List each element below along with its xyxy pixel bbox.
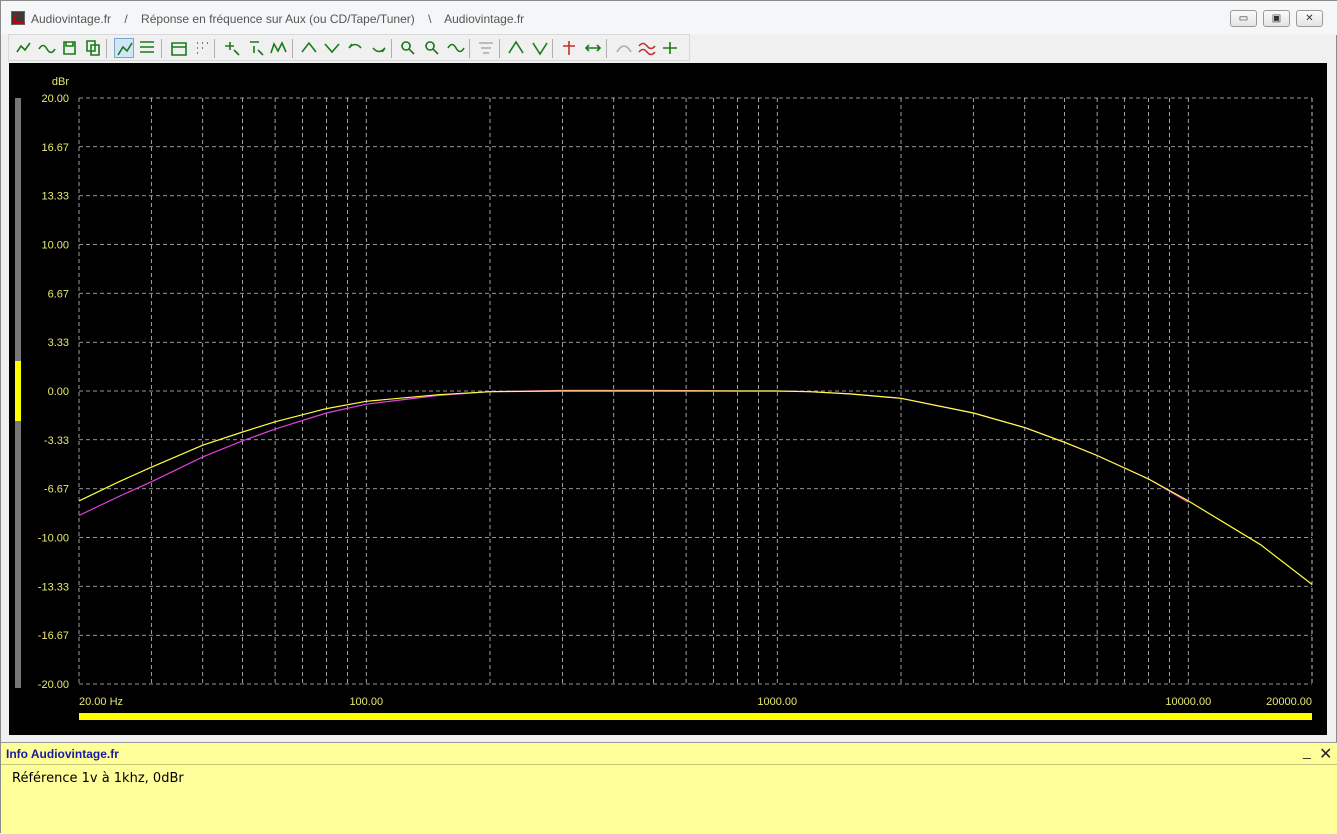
horizontal-scroll-bar[interactable] [79, 713, 1312, 720]
pin-icon[interactable] [559, 38, 579, 58]
x-tick-label: 1000.00 [757, 696, 797, 708]
marker-right-icon[interactable] [369, 38, 389, 58]
window-title: Audiovintage.fr / Réponse en fréquence s… [31, 12, 525, 26]
x-tick-label: 20.00 Hz [79, 696, 123, 708]
toolbar-separator [499, 39, 500, 58]
y-tick-label: -3.33 [44, 435, 69, 447]
title-bar[interactable]: Audiovintage.fr / Réponse en fréquence s… [1, 1, 1337, 35]
toolbar-separator [161, 39, 162, 58]
info-header: Info Audiovintage.fr _ ✕ [1, 743, 1337, 765]
compare-icon[interactable] [637, 38, 657, 58]
peak-up-icon[interactable] [506, 38, 526, 58]
y-tick-label: -20.00 [38, 679, 69, 691]
close-button[interactable]: ✕ [1296, 10, 1323, 27]
copy-icon[interactable] [83, 38, 103, 58]
graph-settings-icon[interactable] [137, 38, 157, 58]
y-tick-label: 6.67 [48, 288, 69, 300]
zoom-out-icon[interactable] [422, 38, 442, 58]
y-tick-label: -10.00 [38, 533, 69, 545]
curve-wave-icon[interactable] [37, 38, 57, 58]
grid-dots-icon[interactable] [192, 38, 212, 58]
toolbar [8, 34, 690, 61]
series-line-magenta [78, 389, 1189, 517]
toolbar-separator [292, 39, 293, 58]
calendar-icon[interactable] [169, 38, 189, 58]
curve-add-icon[interactable] [14, 38, 34, 58]
y-tick-label: 10.00 [41, 240, 69, 252]
marker-up-icon[interactable] [299, 38, 319, 58]
toolbar-separator [214, 39, 215, 58]
series-line-yellow [78, 390, 1313, 585]
graph-app-icon[interactable] [11, 11, 25, 25]
marker-left-icon[interactable] [345, 38, 365, 58]
peak-down-icon[interactable] [530, 38, 550, 58]
toolbar-separator [469, 39, 470, 58]
zoom-y-icon[interactable] [246, 38, 266, 58]
app-window: Audiovintage.fr / Réponse en fréquence s… [0, 0, 1337, 834]
marker-down-icon[interactable] [322, 38, 342, 58]
info-title: Info Audiovintage.fr [6, 747, 119, 761]
graph-active-icon[interactable] [114, 38, 134, 58]
info-panel: Info Audiovintage.fr _ ✕ Référence 1v à … [1, 742, 1337, 834]
y-tick-label: 0.00 [48, 386, 69, 398]
measure-icon[interactable] [660, 38, 680, 58]
sweep-icon[interactable] [269, 38, 289, 58]
x-tick-label: 20000.00 [1266, 696, 1312, 708]
y-tick-label: -16.67 [38, 630, 69, 642]
toolbar-separator [391, 39, 392, 58]
sine-icon[interactable] [446, 38, 466, 58]
frequency-response-plot[interactable]: 20.00 16.67 13.33 10.00 6.67 3.33 0.00 -3.33 -6.… [9, 63, 1327, 735]
toolbar-separator [552, 39, 553, 58]
x-tick-label: 100.00 [349, 696, 383, 708]
zoom-x-icon[interactable] [222, 38, 242, 58]
arrows-icon[interactable] [583, 38, 603, 58]
y-tick-label: -13.33 [38, 581, 69, 593]
y-tick-label: 3.33 [48, 337, 69, 349]
toolbar-separator [606, 39, 607, 58]
save-icon[interactable] [60, 38, 80, 58]
y-tick-label: 20.00 [41, 93, 69, 105]
minimize-button[interactable]: ▭ [1230, 10, 1257, 27]
y-tick-label: 16.67 [41, 142, 69, 154]
x-tick-label: 10000.00 [1165, 696, 1211, 708]
y-tick-label: 13.33 [41, 191, 69, 203]
toolbar-separator [106, 39, 107, 58]
maximize-button[interactable]: ▣ [1263, 10, 1290, 27]
chart-svg: 20.00 16.67 13.33 10.00 6.67 3.33 0.00 -3.33 -6.… [38, 76, 1313, 708]
y-tick-label: -6.67 [44, 484, 69, 496]
info-text: Référence 1v à 1khz, 0dBr [12, 771, 184, 786]
info-minimize-button[interactable]: _ [1303, 743, 1311, 759]
zoom-in-icon[interactable] [398, 38, 418, 58]
disabled-tool-icon[interactable] [476, 38, 496, 58]
disabled-curve-icon[interactable] [614, 38, 634, 58]
info-close-button[interactable]: ✕ [1319, 744, 1332, 764]
y-axis-label: dBr [52, 76, 69, 88]
